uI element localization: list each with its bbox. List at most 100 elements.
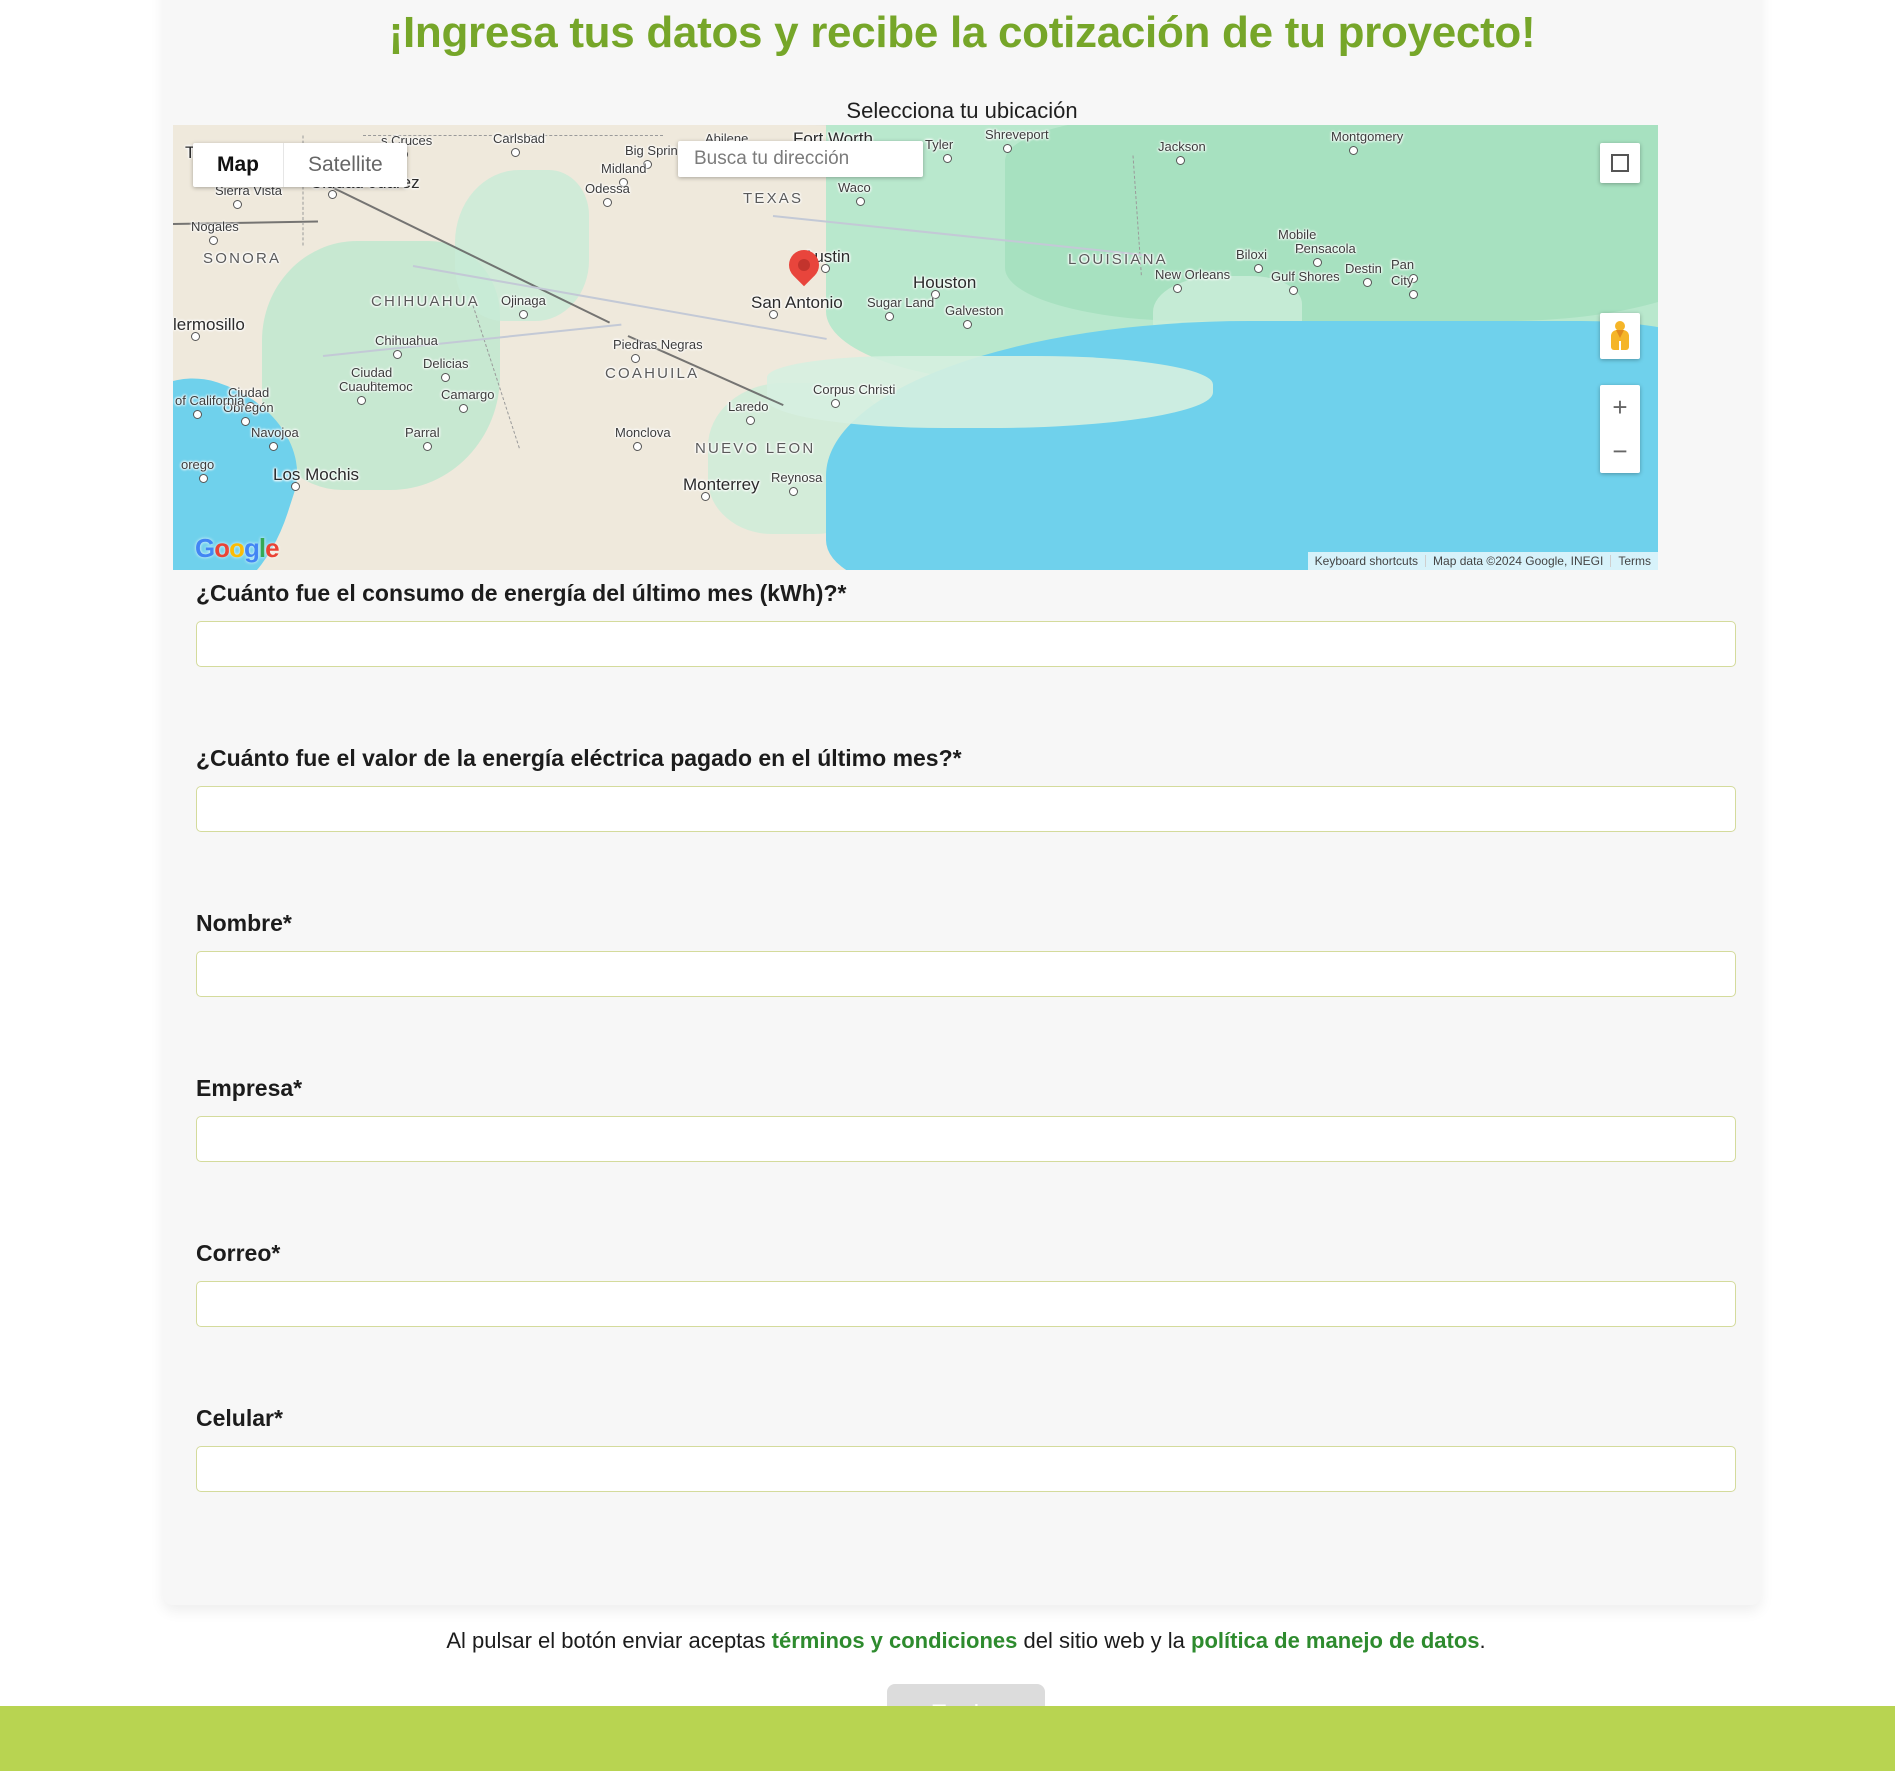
google-logo-letter: g — [244, 533, 260, 563]
map-place-dot — [393, 350, 402, 359]
map-place-label: Navojoa — [251, 425, 299, 440]
map-place-label: NUEVO LEON — [695, 440, 816, 457]
map-type-satellite-button[interactable]: Satellite — [284, 143, 407, 187]
map-place-dot — [821, 264, 830, 273]
map-place-dot — [199, 474, 208, 483]
pegman-icon — [1610, 321, 1630, 351]
terms-middle: del sitio web y la — [1017, 1628, 1192, 1653]
map-place-dot — [441, 373, 450, 382]
map-place-dot — [519, 310, 528, 319]
map-place-label: lermosillo — [173, 315, 245, 334]
google-logo: Google — [195, 533, 280, 564]
map-place-label: Piedras Negras — [613, 337, 703, 352]
google-map[interactable]: Sierra VistaNogalesCiudad Juárezs Cruces… — [173, 125, 1658, 570]
map-place-label: Chihuahua — [375, 333, 438, 348]
fullscreen-button[interactable] — [1600, 143, 1640, 183]
map-place-dot — [1254, 264, 1263, 273]
map-place-dot — [963, 320, 972, 329]
map-place-label: Cuauhtemoc — [339, 379, 413, 394]
map-place-label: COAHUILA — [605, 365, 700, 382]
zoom-out-button[interactable]: − — [1612, 430, 1627, 474]
field-spacer — [196, 1327, 1736, 1405]
form-field-list: ¿Cuánto fue el consumo de energía del úl… — [196, 580, 1736, 1570]
field-label-celular: Celular* — [196, 1405, 283, 1431]
field-input-nombre[interactable] — [196, 951, 1736, 997]
terms-link[interactable]: Terms — [1611, 554, 1658, 568]
map-place-label: Nogales — [191, 219, 239, 234]
zoom-in-button[interactable]: + — [1612, 385, 1627, 429]
form-field-valor-energia: ¿Cuánto fue el valor de la energía eléct… — [196, 745, 1736, 832]
field-label-consumo-energia: ¿Cuánto fue el consumo de energía del úl… — [196, 580, 847, 606]
map-place-label: Shreveport — [985, 127, 1049, 142]
map-place-label: Carlsbad — [493, 131, 546, 146]
field-spacer — [196, 832, 1736, 910]
field-spacer — [196, 1162, 1736, 1240]
map-place-label: LOUISIANA — [1068, 251, 1168, 268]
footer-green-bar — [0, 1706, 1895, 1771]
page-title: ¡Ingresa tus datos y recibe la cotizació… — [388, 8, 1536, 57]
terms-and-conditions-link[interactable]: términos y condiciones — [772, 1628, 1018, 1653]
google-logo-letter: e — [265, 533, 280, 563]
field-spacer — [196, 997, 1736, 1075]
map-place-dot — [1363, 278, 1372, 287]
map-place-dot — [1289, 286, 1298, 295]
form-field-empresa: Empresa* — [196, 1075, 1736, 1162]
street-view-button[interactable] — [1600, 313, 1640, 359]
zoom-controls[interactable]: + − — [1600, 385, 1640, 473]
map-place-dot — [328, 190, 337, 199]
map-place-dot — [789, 487, 798, 496]
form-field-consumo-energia: ¿Cuánto fue el consumo de energía del úl… — [196, 580, 1736, 667]
map-place-dot — [631, 354, 640, 363]
map-place-label: Montgomery — [1331, 129, 1404, 144]
map-place-label: Ciudad — [351, 365, 393, 380]
map-place-dot — [233, 200, 242, 209]
location-marker[interactable] — [782, 243, 826, 290]
map-place-label: Pensacola — [1295, 241, 1356, 256]
quote-form-card: ¡Ingresa tus datos y recibe la cotizació… — [163, 0, 1761, 1745]
map-place-dot — [241, 417, 250, 426]
map-place-label: Gulf Shores — [1271, 269, 1340, 284]
map-place-label: CHIHUAHUA — [371, 293, 480, 310]
map-place-label: of California — [175, 393, 245, 408]
map-place-dot — [193, 410, 202, 419]
map-place-label: Houston — [913, 273, 977, 292]
map-place-label: Los Mochis — [273, 465, 359, 484]
field-label-nombre: Nombre* — [196, 910, 292, 936]
map-attribution: Keyboard shortcuts Map data ©2024 Google… — [1307, 552, 1658, 570]
map-place-label: Pan — [1391, 257, 1415, 272]
fullscreen-icon — [1611, 154, 1629, 172]
data-policy-link[interactable]: política de manejo de datos — [1191, 1628, 1480, 1653]
field-input-celular[interactable] — [196, 1446, 1736, 1492]
map-type-map-button[interactable]: Map — [193, 143, 284, 187]
location-section-label: Selecciona tu ubicación — [846, 98, 1078, 123]
field-label-correo: Correo* — [196, 1240, 281, 1266]
field-label-valor-energia: ¿Cuánto fue el valor de la energía eléct… — [196, 745, 962, 771]
address-search-input[interactable] — [692, 147, 909, 171]
map-place-dot — [1313, 258, 1322, 267]
map-place-dot — [856, 197, 865, 206]
map-place-dot — [746, 416, 755, 425]
map-place-dot — [459, 404, 468, 413]
map-type-switcher[interactable]: Map Satellite — [193, 143, 407, 187]
field-input-correo[interactable] — [196, 1281, 1736, 1327]
map-place-dot — [209, 236, 218, 245]
field-input-valor-energia[interactable] — [196, 786, 1736, 832]
keyboard-shortcuts-link[interactable]: Keyboard shortcuts — [1308, 554, 1425, 568]
map-place-label: orego — [181, 457, 215, 472]
field-input-empresa[interactable] — [196, 1116, 1736, 1162]
field-label-empresa: Empresa* — [196, 1075, 303, 1101]
marker-pin-icon — [782, 243, 826, 287]
map-place-dot — [1176, 156, 1185, 165]
page-root: ¡Ingresa tus datos y recibe la cotizació… — [0, 0, 1895, 1771]
map-place-label: Waco — [838, 180, 871, 195]
address-search-box[interactable] — [678, 141, 923, 177]
map-place-label: Mobile — [1278, 227, 1317, 242]
map-place-dot — [291, 482, 300, 491]
field-input-consumo-energia[interactable] — [196, 621, 1736, 667]
map-land-east-2 — [1004, 125, 1658, 321]
map-place-label: Reynosa — [771, 470, 823, 485]
map-place-label: Laredo — [728, 399, 769, 414]
map-place-label: Monclova — [615, 425, 671, 440]
map-place-label: Tyler — [925, 137, 954, 152]
map-place-label: Midland — [601, 161, 647, 176]
